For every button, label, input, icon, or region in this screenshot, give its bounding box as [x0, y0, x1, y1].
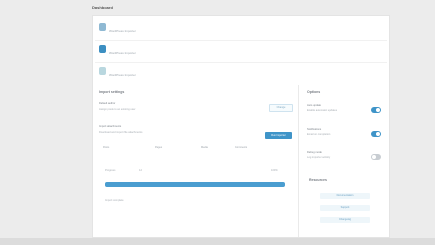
progress-label: Progress: [105, 169, 116, 172]
option-pages[interactable]: Pages: [155, 146, 162, 149]
toggle-description: Enable automatic updates: [307, 109, 337, 112]
option-comments[interactable]: Comments: [235, 146, 247, 149]
progress-count: 12: [139, 169, 142, 172]
sidebar: Options Auto update Enable automatic upd…: [299, 85, 389, 237]
plugin-icon: [99, 23, 106, 31]
option-posts[interactable]: Posts: [103, 146, 109, 149]
notifications-toggle[interactable]: [371, 131, 381, 137]
progress-fill: [105, 182, 285, 187]
page-title: Dashboard: [92, 5, 113, 10]
plugin-list: WordPress Importer WordPress Importer Wo…: [92, 15, 390, 87]
list-item-label: WordPress Importer: [109, 51, 136, 55]
list-item[interactable]: WordPress Importer: [95, 18, 387, 41]
section-title: Import settings: [99, 90, 125, 94]
links-title: Resources: [309, 178, 327, 182]
list-item[interactable]: WordPress Importer: [95, 62, 387, 84]
auto-update-toggle[interactable]: [371, 107, 381, 113]
plugin-icon: [99, 67, 106, 75]
list-item-label: WordPress Importer: [109, 29, 136, 33]
progress-value: 100%: [271, 169, 278, 172]
setting-label: Default author: [99, 102, 116, 105]
toggle-label: Auto update: [307, 104, 321, 107]
status-note: Import complete: [105, 199, 124, 202]
changelog-link[interactable]: Changelog: [320, 217, 370, 223]
setting-label: Import attachments: [99, 125, 122, 128]
debug-mode-toggle[interactable]: [371, 154, 381, 160]
toggle-label: Debug mode: [307, 151, 322, 154]
footer-bar: [0, 238, 435, 245]
main-column: Import settings Default author Assign po…: [93, 85, 299, 237]
list-item[interactable]: WordPress Importer: [95, 40, 387, 63]
sidebar-title: Options: [307, 90, 321, 94]
progress-bar: [105, 182, 285, 187]
toggle-description: Log importer activity: [307, 156, 331, 159]
setting-description: Assign posts to an existing user: [99, 108, 136, 111]
option-media[interactable]: Media: [201, 146, 208, 149]
list-item-label: WordPress Importer: [109, 73, 136, 77]
setting-description: Download and import file attachments: [99, 131, 143, 134]
change-button[interactable]: Change: [269, 104, 293, 112]
run-importer-button[interactable]: Run Importer: [265, 132, 292, 139]
documentation-link[interactable]: Documentation: [320, 193, 370, 199]
toggle-label: Notifications: [307, 128, 322, 131]
support-link[interactable]: Support: [320, 205, 370, 211]
toggle-description: Email on completion: [307, 133, 331, 136]
settings-panel: Import settings Default author Assign po…: [92, 85, 390, 238]
plugin-icon: [99, 45, 106, 53]
